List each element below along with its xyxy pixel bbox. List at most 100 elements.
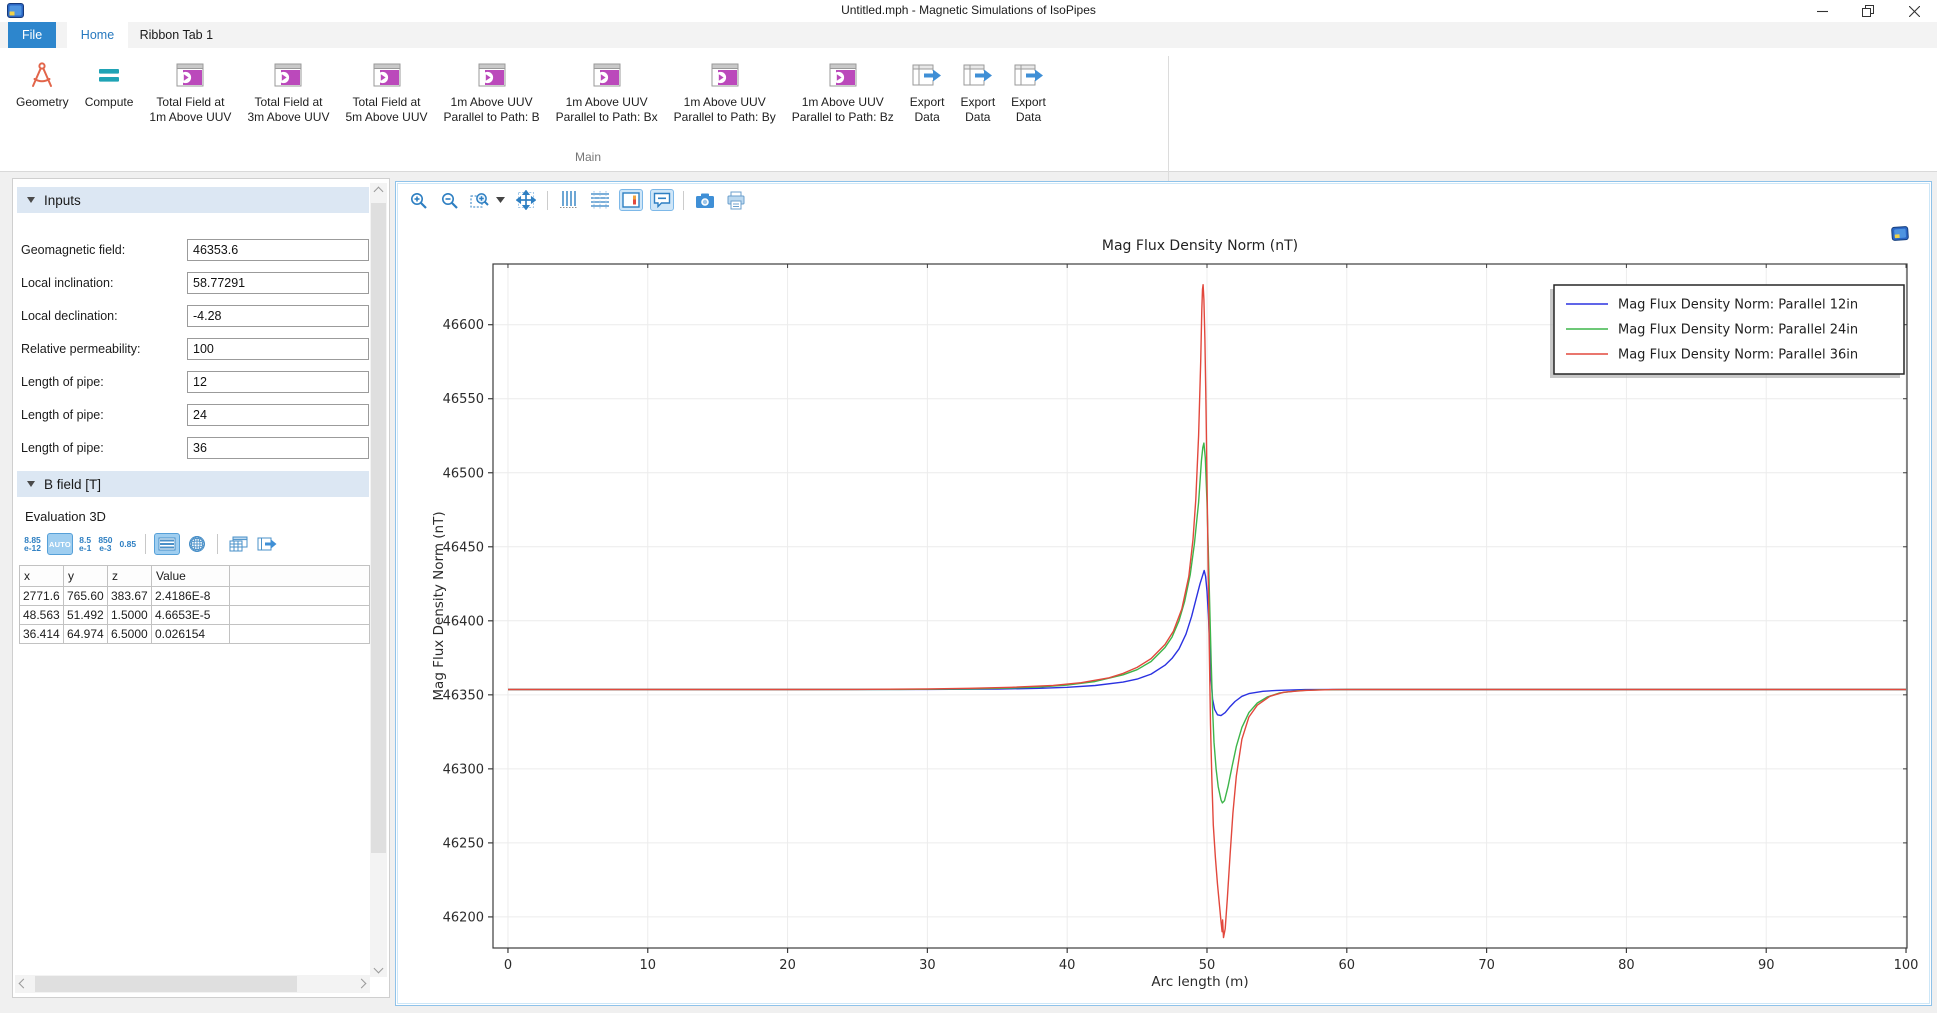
plot-area[interactable]: 0102030405060708090100462004625046300463… xyxy=(396,182,1931,1005)
scroll-down-button[interactable] xyxy=(370,960,387,977)
section-header-bfield[interactable]: B field [T] xyxy=(17,471,369,497)
copy-table-button[interactable] xyxy=(226,533,250,555)
column-header-y[interactable]: y xyxy=(64,566,108,587)
field-input-relative-permeability-3[interactable] xyxy=(187,338,369,360)
ribbon-tab-ribbon-tab-1[interactable]: Ribbon Tab 1 xyxy=(126,22,227,48)
export-data-icon xyxy=(963,60,993,90)
toolbar-separator xyxy=(217,534,218,554)
legend-label: Mag Flux Density Norm: Parallel 24in xyxy=(1618,323,1858,338)
column-header-z[interactable]: z xyxy=(108,566,152,587)
chevron-down-icon xyxy=(374,964,384,974)
plot-tooltip-toggle[interactable] xyxy=(650,189,674,211)
unit-preset-8.85e-12[interactable]: 8.85 e-12 xyxy=(23,536,42,553)
y-tick-label: 46250 xyxy=(443,836,484,851)
ribbon-tab-file[interactable]: File xyxy=(8,22,56,48)
scroll-up-button[interactable] xyxy=(370,183,387,200)
field-label-length-of-pipe: Length of pipe: xyxy=(21,408,104,422)
field-input-length-of-pipe-4[interactable] xyxy=(187,371,369,393)
unit-preset-8.5e-1[interactable]: 8.5 e-1 xyxy=(78,536,92,553)
x-tick-label: 80 xyxy=(1618,958,1635,973)
zoom-options-caret[interactable] xyxy=(493,189,507,211)
table-row[interactable]: 48.56351.4921.50004.6653E-5 xyxy=(20,606,370,625)
table-cell: 2.4186E-8 xyxy=(152,587,230,606)
y-tick-label: 46300 xyxy=(443,762,484,777)
toolbar-separator xyxy=(547,191,548,210)
table-view-toggle[interactable] xyxy=(154,533,180,555)
ribbon-button-label: Total Field at 3m Above UUV xyxy=(247,95,329,124)
ribbon-button-total-field-at-3m-above-uuv[interactable]: Total Field at 3m Above UUV xyxy=(239,54,337,126)
ribbon-group-label: Main xyxy=(8,150,1168,164)
chart-title: Mag Flux Density Norm (nT) xyxy=(1102,238,1298,254)
color-legend-toggle[interactable] xyxy=(619,189,643,211)
manual-axis-limits-button[interactable] xyxy=(557,189,581,211)
unit-preset-850e-3[interactable]: 850 e-3 xyxy=(97,536,113,553)
scroll-left-button[interactable] xyxy=(15,975,32,992)
table-cell: 48.563 xyxy=(20,606,64,625)
ribbon: Geometry Compute Total Field at 1m Above… xyxy=(0,48,1937,172)
ribbon-tab-home[interactable]: Home xyxy=(67,22,128,48)
table-cell: 383.67 xyxy=(108,587,152,606)
restore-button[interactable] xyxy=(1845,0,1891,22)
field-input-length-of-pipe-5[interactable] xyxy=(187,404,369,426)
vertical-scroll-thumb[interactable] xyxy=(371,203,386,853)
export-table-button[interactable] xyxy=(255,533,279,555)
minimize-button[interactable] xyxy=(1799,0,1845,22)
field-label-relative-permeability: Relative permeability: xyxy=(21,342,141,356)
ribbon-button-1m-above-uuv-parallel-to-path-bz[interactable]: 1m Above UUV Parallel to Path: Bz xyxy=(784,54,902,126)
horizontal-scroll-thumb[interactable] xyxy=(35,976,297,992)
plot-window-icon xyxy=(373,60,401,90)
field-label-length-of-pipe: Length of pipe: xyxy=(21,441,104,455)
ribbon-button-1m-above-uuv-parallel-to-path-bx[interactable]: 1m Above UUV Parallel to Path: Bx xyxy=(548,54,666,126)
table-row[interactable]: 2771.6765.60383.672.4186E-8 xyxy=(20,587,370,606)
print-button[interactable] xyxy=(724,189,748,211)
table-row[interactable]: 36.41464.9746.50000.026154 xyxy=(20,625,370,644)
unit-preset-0.85[interactable]: 0.85 xyxy=(119,540,138,549)
ribbon-button-export-data[interactable]: Export Data xyxy=(952,54,1003,126)
auto-format-button[interactable]: AUTO xyxy=(47,533,73,555)
legend-label: Mag Flux Density Norm: Parallel 12in xyxy=(1618,298,1858,313)
tab-label: Ribbon Tab 1 xyxy=(140,28,213,42)
ribbon-button-1m-above-uuv-parallel-to-path-b[interactable]: 1m Above UUV Parallel to Path: B xyxy=(436,54,548,126)
column-header-value[interactable]: Value xyxy=(152,566,230,587)
vertical-scrollbar[interactable] xyxy=(370,183,387,977)
field-input-local-declination-2[interactable] xyxy=(187,305,369,327)
ribbon-button-total-field-at-1m-above-uuv[interactable]: Total Field at 1m Above UUV xyxy=(141,54,239,126)
field-input-geomagnetic-field-0[interactable] xyxy=(187,239,369,261)
image-snapshot-button[interactable] xyxy=(693,189,717,211)
y-tick-label: 46500 xyxy=(443,466,484,481)
ribbon-button-label: 1m Above UUV Parallel to Path: Bz xyxy=(792,95,894,124)
ribbon-button-1m-above-uuv-parallel-to-path-by[interactable]: 1m Above UUV Parallel to Path: By xyxy=(666,54,784,126)
zoom-in-button[interactable] xyxy=(406,189,430,211)
ribbon-button-export-data[interactable]: Export Data xyxy=(1003,54,1054,126)
field-input-local-inclination-1[interactable] xyxy=(187,272,369,294)
zoom-out-button[interactable] xyxy=(437,189,461,211)
y-tick-label: 46400 xyxy=(443,614,484,629)
snapshot-icon xyxy=(695,192,715,209)
y-tick-label: 46450 xyxy=(443,540,484,555)
zoom-box-button[interactable] xyxy=(468,189,492,211)
section-header-inputs[interactable]: Inputs xyxy=(17,187,369,213)
window-title: Untitled.mph - Magnetic Simulations of I… xyxy=(0,3,1937,17)
zoom-extents-button[interactable] xyxy=(514,189,538,211)
close-button[interactable] xyxy=(1891,0,1937,22)
plot-window-icon xyxy=(593,60,621,90)
column-header-x[interactable]: x xyxy=(20,566,64,587)
full-precision-button[interactable] xyxy=(185,533,209,555)
section-title: B field [T] xyxy=(44,477,101,492)
column-header-empty[interactable] xyxy=(230,566,370,587)
table-cell: 64.974 xyxy=(64,625,108,644)
ribbon-button-label: 1m Above UUV Parallel to Path: Bx xyxy=(556,95,658,124)
table-cell: 6.5000 xyxy=(108,625,152,644)
tab-label: Home xyxy=(81,28,114,42)
ribbon-button-geometry[interactable]: Geometry xyxy=(8,54,77,112)
horizontal-scrollbar[interactable] xyxy=(15,975,370,993)
field-input-length-of-pipe-6[interactable] xyxy=(187,437,369,459)
plot-window-icon xyxy=(274,60,302,90)
grid-toggle-button[interactable] xyxy=(588,189,612,211)
scroll-right-button[interactable] xyxy=(353,975,370,992)
x-tick-label: 100 xyxy=(1894,958,1919,973)
ribbon-button-label: Export Data xyxy=(960,95,995,124)
ribbon-button-compute[interactable]: Compute xyxy=(77,54,142,112)
ribbon-button-total-field-at-5m-above-uuv[interactable]: Total Field at 5m Above UUV xyxy=(337,54,435,126)
ribbon-button-export-data[interactable]: Export Data xyxy=(902,54,953,126)
